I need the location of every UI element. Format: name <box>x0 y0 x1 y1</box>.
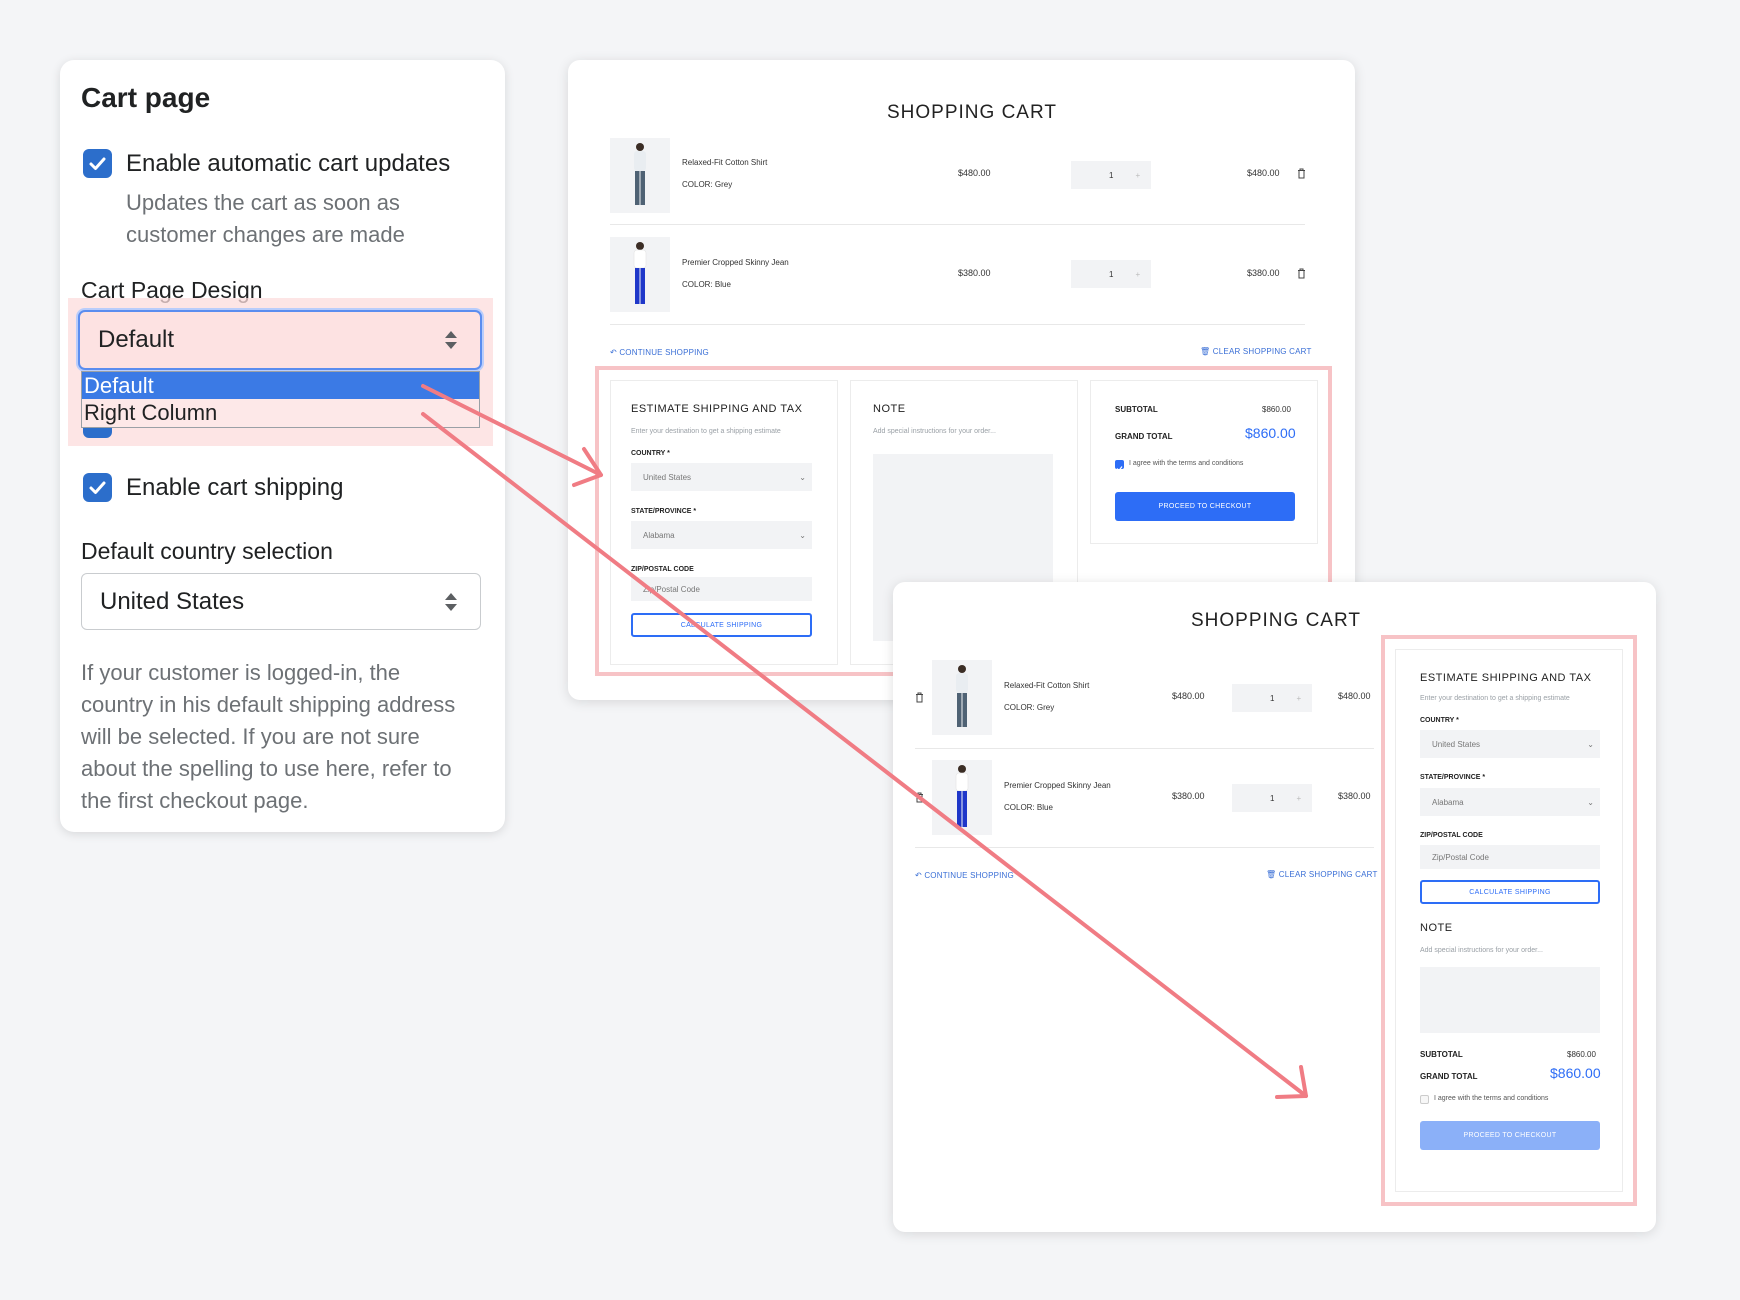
arrow-default-to-cart1 <box>421 384 603 477</box>
arrow-right-column-to-cart2 <box>421 412 1308 1098</box>
annotation-arrows <box>421 384 1308 1099</box>
